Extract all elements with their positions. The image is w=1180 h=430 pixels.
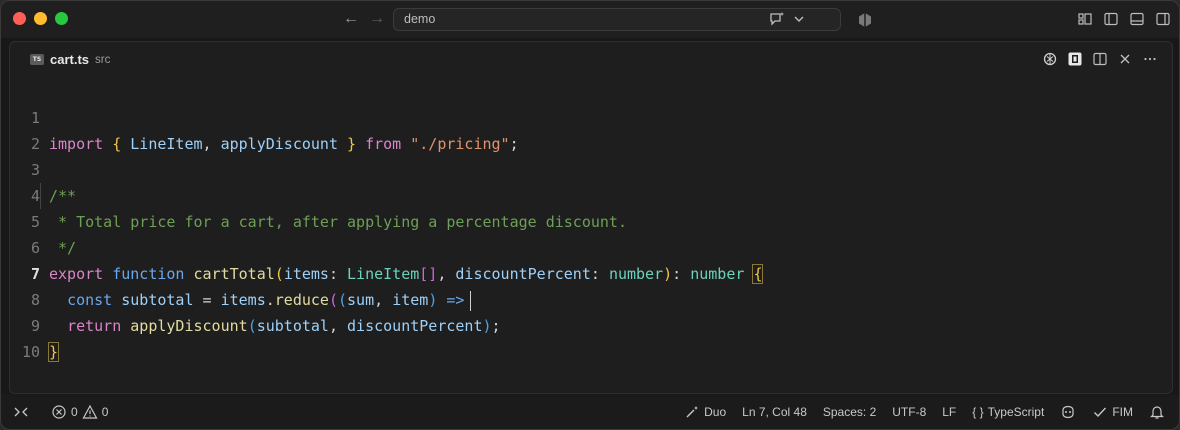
notifications-bell-icon[interactable] bbox=[1149, 404, 1165, 420]
code-line[interactable]: 6 export function cartTotal(items: LineI… bbox=[10, 209, 1172, 284]
warning-icon bbox=[82, 404, 98, 419]
status-right: Duo Ln 7, Col 48 Spaces: 2 UTF-8 LF { } … bbox=[684, 404, 1165, 420]
warning-count: 0 bbox=[101, 405, 109, 419]
language-label: TypeScript bbox=[987, 405, 1045, 419]
status-left: 0 0 bbox=[13, 404, 108, 420]
remote-connection-icon[interactable] bbox=[13, 404, 29, 420]
error-count: 0 bbox=[71, 405, 78, 419]
encoding[interactable]: UTF-8 bbox=[892, 404, 926, 420]
customize-layout-icon[interactable] bbox=[1077, 11, 1093, 27]
close-window-button[interactable] bbox=[13, 12, 26, 25]
end-of-line[interactable]: LF bbox=[942, 404, 956, 420]
checkmark-icon bbox=[1094, 407, 1107, 418]
minimize-window-button[interactable] bbox=[34, 12, 47, 25]
code-line[interactable]: 9 } bbox=[10, 287, 1172, 362]
search-tools bbox=[769, 11, 807, 27]
title-bar: ← → demo bbox=[1, 1, 1179, 38]
code-line[interactable]: 3 /** bbox=[10, 131, 1172, 205]
toggle-secondary-sidebar-icon[interactable] bbox=[1155, 11, 1171, 27]
code-line[interactable]: 2 bbox=[10, 105, 1172, 153]
language-braces-icon: { } bbox=[972, 405, 984, 419]
preview-toggle-icon[interactable] bbox=[1067, 51, 1083, 67]
openai-icon[interactable] bbox=[1042, 51, 1058, 67]
back-arrow-icon[interactable]: ← bbox=[343, 10, 359, 28]
fim-label: FIM bbox=[1112, 405, 1133, 419]
code-line[interactable]: 8 return applyDiscount(subtotal, discoun… bbox=[10, 261, 1172, 335]
code-line[interactable]: 10 bbox=[10, 313, 1172, 361]
editor-window: ← → demo TS cart.ts src 1 import {LineI… bbox=[0, 0, 1180, 430]
code-editor[interactable]: 1 import { LineItem, applyDiscount } fro… bbox=[10, 79, 1172, 362]
chevron-down-icon[interactable] bbox=[791, 11, 807, 27]
copilot-icon[interactable] bbox=[857, 12, 873, 28]
code-line[interactable]: 4 * Total price for a cart, after applyi… bbox=[10, 157, 1172, 231]
tab-folder: src bbox=[95, 53, 111, 66]
typescript-file-icon: TS bbox=[30, 54, 44, 65]
chat-sparkle-icon[interactable] bbox=[769, 11, 785, 27]
duo-label: Duo bbox=[704, 405, 727, 419]
layout-controls bbox=[1077, 11, 1171, 27]
tab-bar: TS cart.ts src bbox=[10, 42, 1172, 78]
fim-status[interactable]: FIM bbox=[1092, 404, 1133, 420]
copilot-status-icon[interactable] bbox=[1060, 404, 1076, 420]
forward-arrow-icon[interactable]: → bbox=[369, 10, 385, 28]
language-mode[interactable]: { } TypeScript bbox=[972, 404, 1044, 420]
duo-status[interactable]: Duo bbox=[684, 404, 726, 420]
tab-filename: cart.ts bbox=[50, 52, 90, 67]
line-number: 10 bbox=[21, 343, 40, 361]
error-icon bbox=[52, 405, 66, 419]
tab-cart-ts[interactable]: TS cart.ts src bbox=[30, 52, 110, 67]
split-editor-icon[interactable] bbox=[1092, 51, 1108, 67]
status-bar: 0 0 Duo Ln 7, Col 48 Spaces: 2 UTF-8 LF bbox=[1, 395, 1179, 429]
cursor-position[interactable]: Ln 7, Col 48 bbox=[742, 404, 807, 420]
code-line[interactable]: 7 const subtotal = items.reduce((sum, it… bbox=[10, 235, 1172, 311]
more-actions-icon[interactable] bbox=[1142, 51, 1158, 67]
toggle-primary-sidebar-icon[interactable] bbox=[1103, 11, 1119, 27]
problems-indicator[interactable]: 0 0 bbox=[51, 404, 108, 420]
editor-actions bbox=[1042, 51, 1158, 67]
window-controls bbox=[13, 12, 68, 25]
indentation[interactable]: Spaces: 2 bbox=[823, 404, 876, 420]
navigation: ← → bbox=[343, 10, 385, 28]
zoom-window-button[interactable] bbox=[55, 12, 68, 25]
code-line[interactable]: 1 import { LineItem, applyDiscount } fro… bbox=[10, 79, 1172, 153]
code-line[interactable]: 5 */ bbox=[10, 183, 1172, 257]
close-tab-icon[interactable] bbox=[1117, 51, 1133, 67]
duo-wand-icon bbox=[686, 406, 699, 418]
editor-group: TS cart.ts src 1 import {LineItem, appl… bbox=[9, 41, 1173, 394]
search-text: demo bbox=[404, 12, 436, 26]
toggle-panel-icon[interactable] bbox=[1129, 11, 1145, 27]
